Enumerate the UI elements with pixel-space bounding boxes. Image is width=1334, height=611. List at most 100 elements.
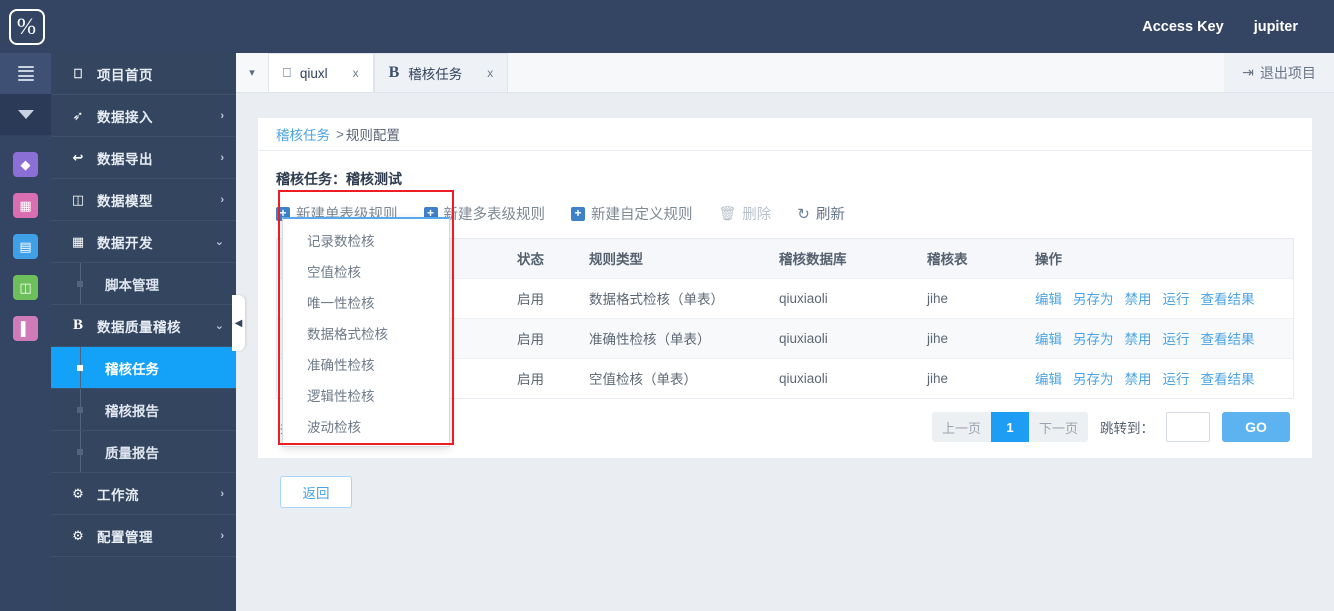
rail-item-database[interactable]: ◫	[0, 267, 51, 308]
chevron-down-icon: ⌄	[214, 236, 224, 248]
sidebar-item-label: 数据导出	[97, 151, 153, 167]
app-logo[interactable]: %	[0, 0, 53, 53]
workflow-icon: ⚙	[72, 485, 84, 501]
rail-item-chart[interactable]: ▌	[0, 308, 51, 349]
sidebar-nav: ⎕ 项目首页 ➶ 数据接入 › ↩ 数据导出 › ◫ 数据模型 › ▦ 数据开发…	[51, 53, 236, 611]
rail-collapse-toggle[interactable]	[0, 94, 51, 135]
dropdown-item-logic[interactable]: 逻辑性检核	[283, 379, 449, 410]
prev-page-button[interactable]: 上一页	[931, 412, 991, 442]
rail-menu-toggle[interactable]	[0, 53, 51, 94]
shield-icon: ◆	[13, 152, 38, 177]
rail-item-folder-search[interactable]: ▤	[0, 226, 51, 267]
export-arrow-icon: ↩	[72, 149, 84, 165]
action-view-result[interactable]: 查看结果	[1201, 368, 1255, 388]
sidebar-item-data-export[interactable]: ↩ 数据导出 ›	[51, 137, 236, 179]
caret-down-icon: ▾	[249, 66, 255, 79]
action-saveas[interactable]: 另存为	[1073, 368, 1114, 388]
tab-label: qiuxl	[299, 65, 328, 81]
action-run[interactable]: 运行	[1163, 288, 1190, 308]
sidebar-collapse-handle[interactable]: ◀	[232, 295, 245, 351]
action-disable[interactable]: 禁用	[1125, 368, 1152, 388]
sidebar-item-audit-report[interactable]: 稽核报告	[51, 389, 236, 431]
monitor-icon: ⎕	[283, 65, 291, 80]
jump-to-label: 跳转到：	[1100, 421, 1154, 436]
sidebar-item-label: 稽核报告	[105, 403, 159, 419]
next-page-button[interactable]: 下一页	[1028, 412, 1088, 442]
col-audit-table: 稽核表	[927, 252, 968, 268]
bar-chart-icon: ▌	[13, 316, 38, 341]
sidebar-item-data-quality[interactable]: B 数据质量稽核 ⌄	[51, 305, 236, 347]
row-rule-type: 准确性检核（单表）	[589, 332, 711, 347]
action-edit[interactable]: 编辑	[1035, 288, 1062, 308]
action-run[interactable]: 运行	[1163, 328, 1190, 348]
user-menu[interactable]: jupiter	[1254, 19, 1298, 35]
sidebar-item-label: 工作流	[97, 487, 139, 503]
sidebar-item-audit-task[interactable]: 稽核任务	[51, 347, 236, 389]
monitor-icon: ⎕	[74, 65, 82, 81]
dropdown-item-fluctuation[interactable]: 波动检核	[283, 410, 449, 441]
dropdown-item-uniqueness[interactable]: 唯一性检核	[283, 286, 449, 317]
go-button[interactable]: GO	[1222, 412, 1290, 442]
sidebar-item-quality-report[interactable]: 质量报告	[51, 431, 236, 473]
chevron-left-icon: ◀	[234, 317, 243, 329]
dropdown-item-data-format[interactable]: 数据格式检核	[283, 317, 449, 348]
logo-glyph: %	[16, 14, 37, 39]
action-saveas[interactable]: 另存为	[1073, 328, 1114, 348]
tab-list-dropdown[interactable]: ▾	[236, 52, 268, 92]
sidebar-item-data-dev[interactable]: ▦ 数据开发 ⌄	[51, 221, 236, 263]
new-custom-rule-button[interactable]: + 新建自定义规则	[571, 203, 693, 224]
delete-button[interactable]: 🗑 删除	[719, 203, 772, 224]
refresh-button[interactable]: ↻ 刷新	[797, 203, 845, 224]
sidebar-item-workflow[interactable]: ⚙ 工作流 ›	[51, 473, 236, 515]
sidebar-item-label: 质量报告	[105, 445, 159, 461]
sidebar-item-label: 数据开发	[97, 235, 153, 251]
close-icon[interactable]: x	[353, 66, 359, 80]
action-edit[interactable]: 编辑	[1035, 328, 1062, 348]
trash-icon: 🗑	[718, 205, 737, 221]
dropdown-item-record-count[interactable]: 记录数检核	[283, 224, 449, 255]
sidebar-item-script-mgmt[interactable]: 脚本管理	[51, 263, 236, 305]
sidebar-item-home[interactable]: ⎕ 项目首页	[51, 53, 236, 95]
sidebar-item-data-model[interactable]: ◫ 数据模型 ›	[51, 179, 236, 221]
logout-project-button[interactable]: ⇥ 退出项目	[1224, 53, 1334, 93]
tab-audit-task[interactable]: B 稽核任务 x	[373, 53, 509, 92]
page-title: 稽核任务：稽核测试	[276, 171, 402, 187]
action-edit[interactable]: 编辑	[1035, 368, 1062, 388]
tab-qiuxl[interactable]: ⎕ qiuxl x	[268, 53, 374, 92]
jump-to-input[interactable]	[1166, 412, 1210, 442]
back-button[interactable]: 返回	[280, 476, 352, 508]
top-header-right: Access Key jupiter	[1142, 19, 1334, 35]
bold-b-icon: B	[72, 317, 83, 333]
row-audit-db: qiuxiaoli	[779, 370, 828, 386]
chevron-right-icon: ›	[220, 109, 224, 122]
rail-item-shield[interactable]: ◆	[0, 144, 51, 185]
caret-down-icon	[17, 110, 34, 119]
close-icon[interactable]: x	[487, 66, 493, 80]
col-actions: 操作	[1035, 252, 1062, 268]
row-audit-table: jihe	[927, 290, 949, 306]
toolbar-label: 新建自定义规则	[591, 207, 693, 223]
row-rule-type: 数据格式检核（单表）	[589, 292, 724, 307]
toolbar-label: 刷新	[815, 207, 845, 223]
rail-item-calendar[interactable]: ▦	[0, 185, 51, 226]
sidebar-item-data-ingest[interactable]: ➶ 数据接入 ›	[51, 95, 236, 137]
sidebar-item-label: 数据模型	[97, 193, 153, 209]
sidebar-item-config-mgmt[interactable]: ⚙ 配置管理 ›	[51, 515, 236, 557]
action-disable[interactable]: 禁用	[1125, 288, 1152, 308]
action-run[interactable]: 运行	[1163, 368, 1190, 388]
dropdown-item-null-value[interactable]: 空值检核	[283, 255, 449, 286]
action-view-result[interactable]: 查看结果	[1201, 288, 1255, 308]
page-number-1[interactable]: 1	[990, 412, 1029, 442]
breadcrumb-link[interactable]: 稽核任务	[276, 124, 330, 144]
row-audit-db: qiuxiaoli	[779, 290, 828, 306]
icon-rail: ◆ ▦ ▤ ◫ ▌	[0, 53, 51, 611]
access-key-link[interactable]: Access Key	[1142, 19, 1223, 35]
back-row: 返回	[258, 458, 1312, 508]
logout-icon: ⇥	[1242, 64, 1254, 80]
action-saveas[interactable]: 另存为	[1073, 288, 1114, 308]
dropdown-item-accuracy[interactable]: 准确性检核	[283, 348, 449, 379]
action-disable[interactable]: 禁用	[1125, 328, 1152, 348]
action-view-result[interactable]: 查看结果	[1201, 328, 1255, 348]
breadcrumb-current: 规则配置	[345, 128, 400, 143]
folder-search-icon: ▤	[13, 234, 38, 259]
